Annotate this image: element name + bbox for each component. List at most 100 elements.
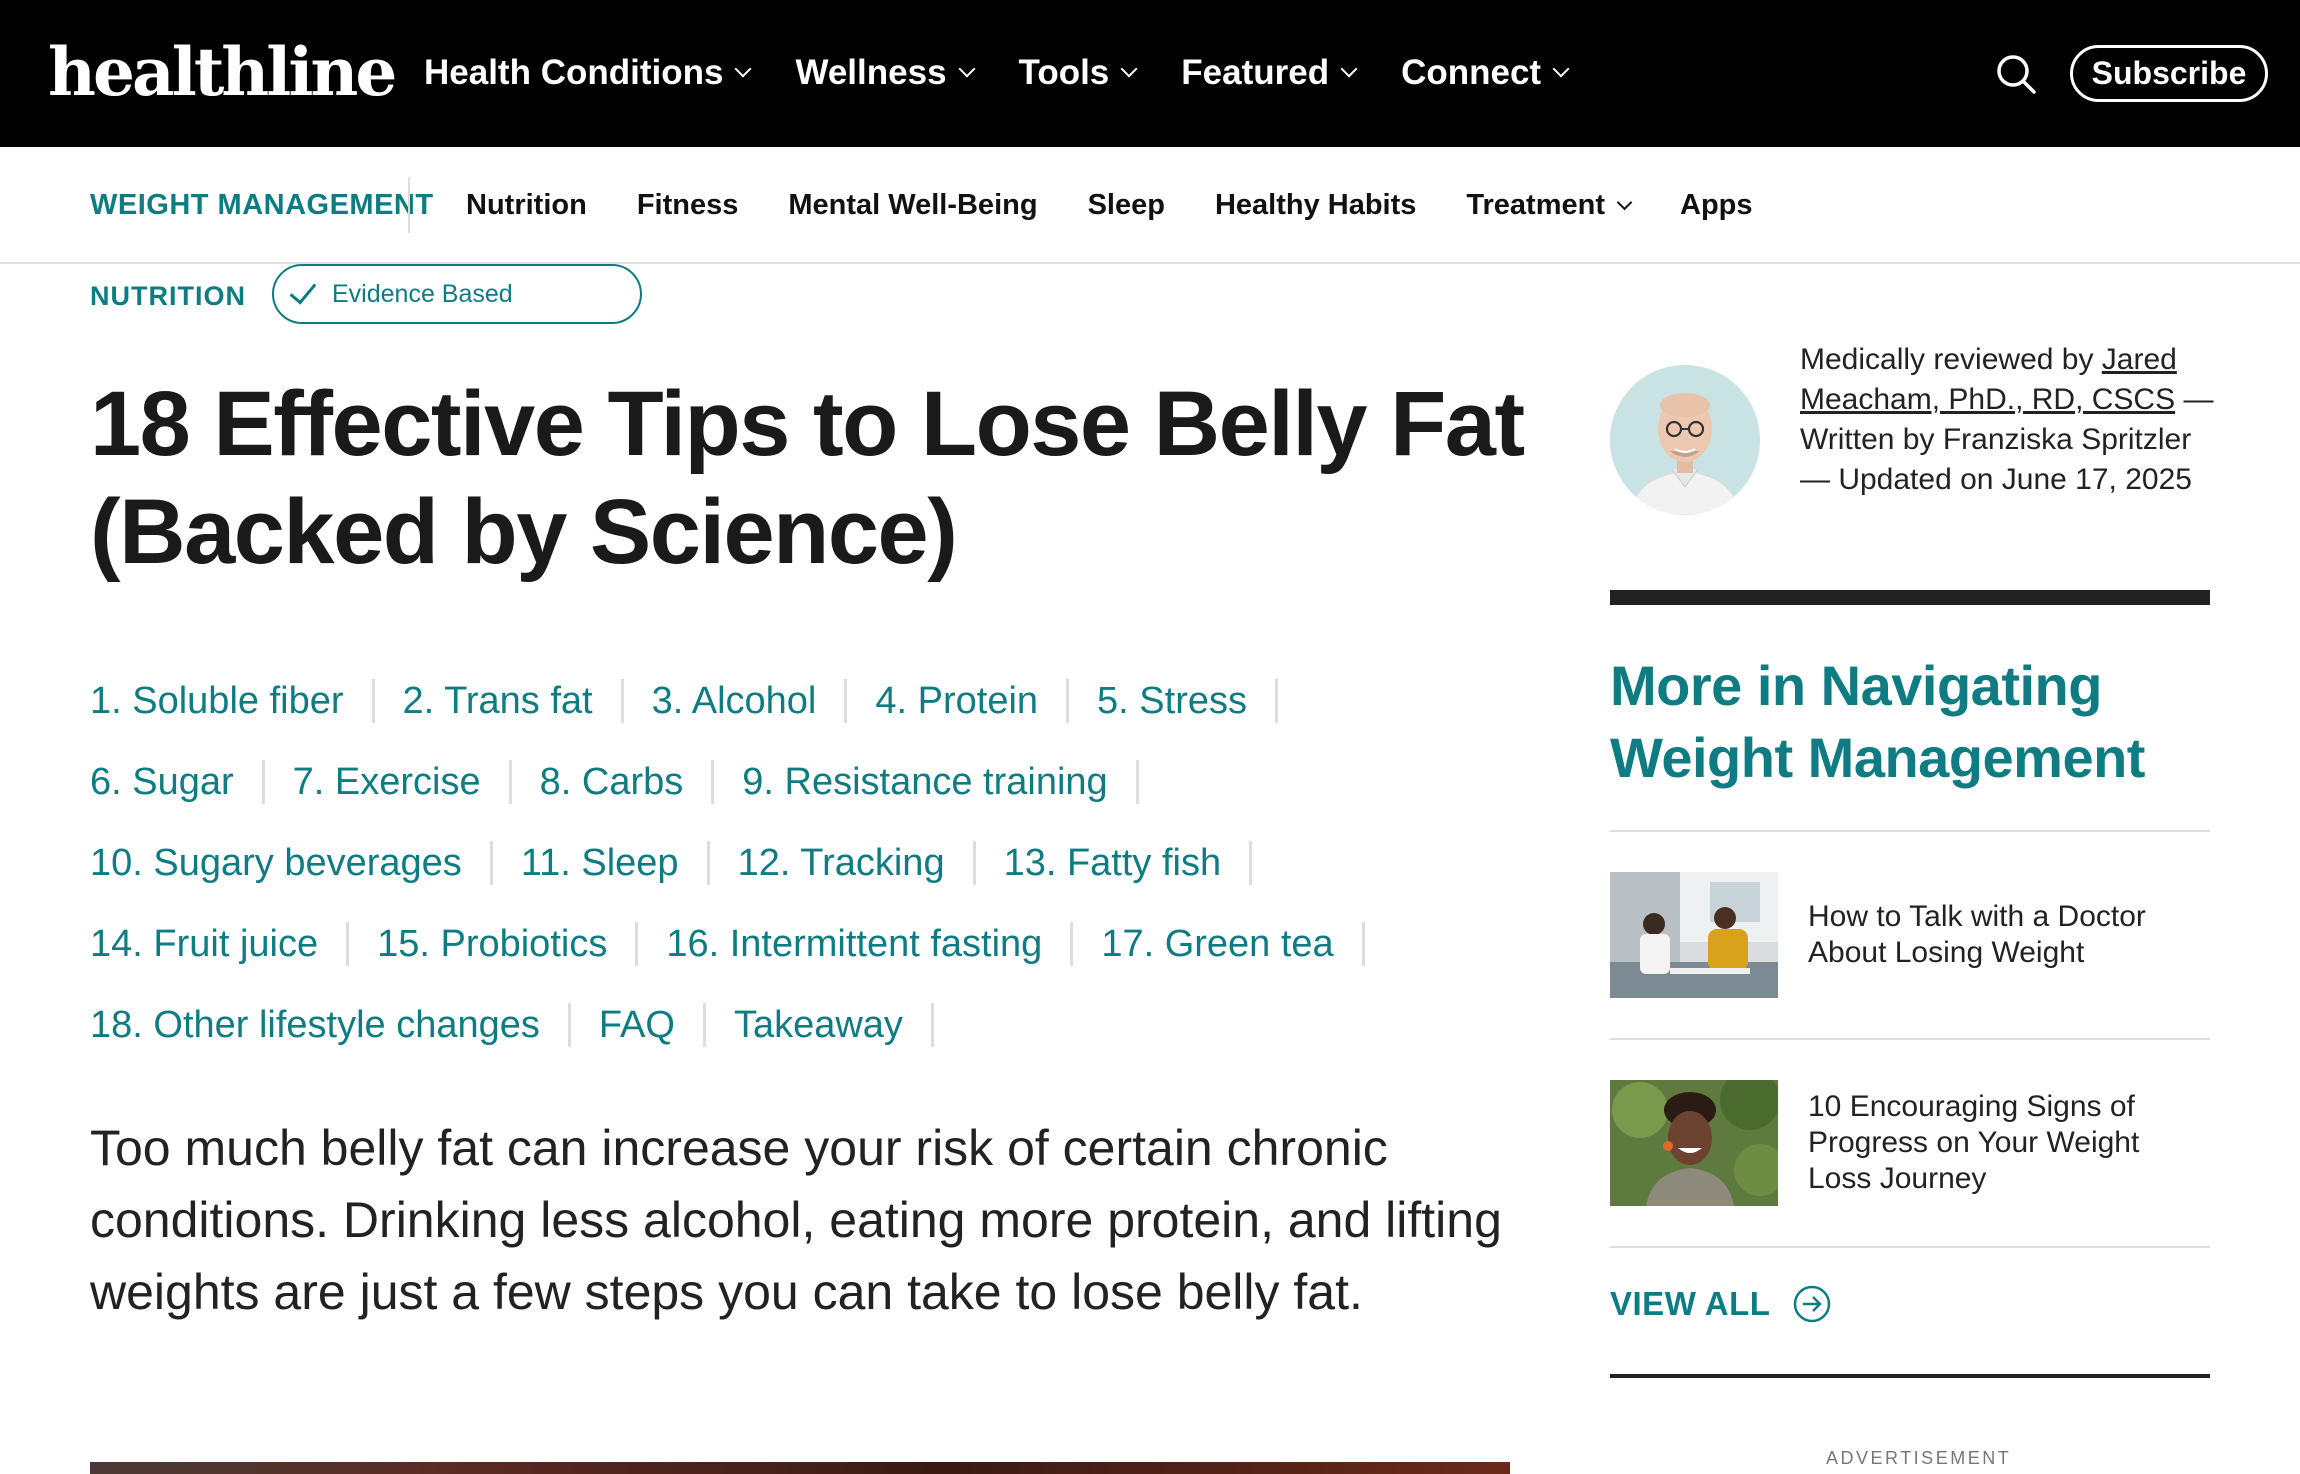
nav-wellness[interactable]: Wellness <box>795 48 976 98</box>
subscribe-button[interactable]: Subscribe <box>2070 45 2268 102</box>
subnav-sleep[interactable]: Sleep <box>1088 185 1165 225</box>
separator <box>261 759 265 804</box>
jump-link[interactable]: 10. Sugary beverages <box>90 838 462 888</box>
jump-link[interactable]: Takeaway <box>734 1000 903 1050</box>
article-thumbnail <box>1610 872 1778 998</box>
divider <box>1610 1246 2210 1248</box>
jump-link[interactable]: 14. Fruit juice <box>90 919 318 969</box>
arrow-right-circle-icon <box>1794 1285 1831 1323</box>
chevron-down-icon <box>1120 60 1138 78</box>
separator <box>1070 921 1074 966</box>
subnav-fitness[interactable]: Fitness <box>637 185 739 225</box>
separator <box>620 678 624 723</box>
separator <box>930 1002 934 1047</box>
top-header: healthline Health Conditions Wellness To… <box>0 0 2300 147</box>
divider <box>1610 1374 2210 1378</box>
article-thumbnail <box>1610 1080 1778 1206</box>
separator <box>567 1002 571 1047</box>
jump-link[interactable]: 13. Fatty fish <box>1004 838 1222 888</box>
separator <box>844 678 848 723</box>
section-weight-management[interactable]: WEIGHT MANAGEMENT <box>90 185 434 225</box>
nav-health-conditions[interactable]: Health Conditions <box>424 48 752 98</box>
jump-links-row: 6. Sugar 7. Exercise 8. Carbs 9. Resistance… <box>90 741 1490 822</box>
title-line-1: 18 Effective Tips to Lose Belly Fat <box>90 373 1525 475</box>
jump-link[interactable]: 17. Green tea <box>1101 919 1333 969</box>
reviewed-by-label: Medically reviewed by <box>1800 343 2102 376</box>
nav-connect[interactable]: Connect <box>1401 48 1570 98</box>
subnav-mental-well-being[interactable]: Mental Well-Being <box>788 185 1037 225</box>
subnav-links: Nutrition Fitness Mental Well-Being Slee… <box>466 185 1803 225</box>
byline: Medically reviewed by Jared Meacham, PhD… <box>1800 340 2220 500</box>
chevron-down-icon <box>958 60 976 78</box>
jump-link[interactable]: 16. Intermittent fasting <box>666 919 1042 969</box>
jump-link[interactable]: FAQ <box>599 1000 675 1050</box>
related-section-title: More in Navigating Weight Management <box>1610 654 2145 789</box>
hero-image <box>90 1462 1510 1474</box>
jump-link[interactable]: 6. Sugar <box>90 757 234 807</box>
view-all-link[interactable]: VIEW ALL <box>1610 1284 1832 1324</box>
jump-link[interactable]: 4. Protein <box>875 676 1038 726</box>
separator <box>1135 759 1139 804</box>
reviewer-avatar[interactable] <box>1610 365 1760 515</box>
evidence-based-badge[interactable]: Evidence Based <box>272 264 642 324</box>
search-icon[interactable] <box>1995 53 2037 95</box>
smiling-woman-image <box>1610 1080 1778 1206</box>
doctor-consult-image <box>1610 872 1778 998</box>
jump-links: 1. Soluble fiber 2. Trans fat 3. Alcohol 4.… <box>90 660 1490 1065</box>
divider <box>1610 1038 2210 1040</box>
jump-link[interactable]: 7. Exercise <box>293 757 481 807</box>
healthline-logo[interactable]: healthline <box>48 36 397 108</box>
divider <box>408 177 410 233</box>
separator <box>1361 921 1365 966</box>
related-article-card[interactable]: 10 Encouraging Signs of Progress on Your… <box>1610 1080 2210 1210</box>
separator <box>1249 840 1253 885</box>
main-nav: Health Conditions Wellness Tools Feature… <box>424 48 1613 98</box>
chevron-down-icon <box>1616 194 1633 210</box>
related-article-card[interactable]: How to Talk with a Doctor About Losing W… <box>1610 872 2210 1002</box>
separator <box>1066 678 1070 723</box>
sub-nav: WEIGHT MANAGEMENT Nutrition Fitness Ment… <box>0 147 2300 264</box>
chevron-down-icon <box>1340 60 1358 78</box>
subnav-nutrition[interactable]: Nutrition <box>466 185 587 225</box>
nav-label: Health Conditions <box>424 53 724 92</box>
separator <box>346 921 350 966</box>
related-article-title: 10 Encouraging Signs of Progress on Your… <box>1808 1090 2140 1195</box>
jump-link[interactable]: 1. Soluble fiber <box>90 676 344 726</box>
separator <box>635 921 639 966</box>
separator <box>702 1002 706 1047</box>
subnav-treatment[interactable]: Treatment <box>1466 185 1633 225</box>
chevron-down-icon <box>734 60 752 78</box>
divider <box>1610 830 2210 832</box>
badge-label: Evidence Based <box>332 279 513 308</box>
subnav-label: Treatment <box>1466 189 1605 221</box>
category-tag[interactable]: NUTRITION <box>90 276 246 316</box>
jump-link[interactable]: 8. Carbs <box>540 757 684 807</box>
jump-link[interactable]: 9. Resistance training <box>742 757 1107 807</box>
jump-links-row: 18. Other lifestyle changes FAQ Takeaway <box>90 984 1490 1065</box>
jump-link[interactable]: 15. Probiotics <box>377 919 607 969</box>
subnav-healthy-habits[interactable]: Healthy Habits <box>1215 185 1416 225</box>
title-line-2: (Backed by Science) <box>90 481 958 583</box>
separator <box>1275 678 1278 723</box>
nav-label: Featured <box>1181 53 1330 92</box>
advertisement-label: ADVERTISEMENT <box>1826 1448 2012 1468</box>
jump-links-row: 10. Sugary beverages 11. Sleep 12. Trackin… <box>90 822 1490 903</box>
nav-label: Wellness <box>795 53 947 92</box>
nav-tools[interactable]: Tools <box>1018 48 1138 98</box>
person-portrait-icon <box>1610 365 1760 515</box>
nav-featured[interactable]: Featured <box>1181 48 1358 98</box>
separator <box>972 840 976 885</box>
jump-link[interactable]: 3. Alcohol <box>652 676 817 726</box>
jump-link[interactable]: 2. Trans fat <box>403 676 593 726</box>
separator <box>711 759 715 804</box>
nav-label: Tools <box>1018 53 1110 92</box>
separator <box>371 678 375 723</box>
jump-link[interactable]: 12. Tracking <box>738 838 945 888</box>
subnav-apps[interactable]: Apps <box>1680 185 1753 225</box>
view-all-label: VIEW ALL <box>1610 1285 1771 1322</box>
jump-link[interactable]: 11. Sleep <box>521 838 679 888</box>
intro-paragraph: Too much belly fat can increase your ris… <box>90 1120 1502 1320</box>
jump-link[interactable]: 18. Other lifestyle changes <box>90 1000 540 1050</box>
jump-links-row: 1. Soluble fiber 2. Trans fat 3. Alcohol 4.… <box>90 660 1490 741</box>
jump-link[interactable]: 5. Stress <box>1097 676 1247 726</box>
